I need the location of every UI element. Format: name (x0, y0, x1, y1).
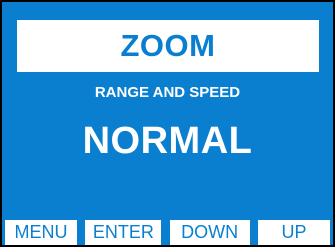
down-button[interactable]: DOWN (169, 220, 250, 245)
display-screen: ZOOM RANGE AND SPEED NORMAL MENU ENTER D… (0, 0, 335, 247)
menu-button[interactable]: MENU (5, 220, 77, 245)
setting-value: NORMAL (82, 120, 253, 162)
enter-button[interactable]: ENTER (85, 220, 162, 245)
softkey-bar: MENU ENTER DOWN UP (2, 218, 333, 245)
up-button[interactable]: UP (257, 220, 330, 245)
setting-label: RANGE AND SPEED (94, 84, 241, 101)
title-bar: ZOOM (17, 20, 319, 72)
screen-title: ZOOM (120, 28, 216, 63)
